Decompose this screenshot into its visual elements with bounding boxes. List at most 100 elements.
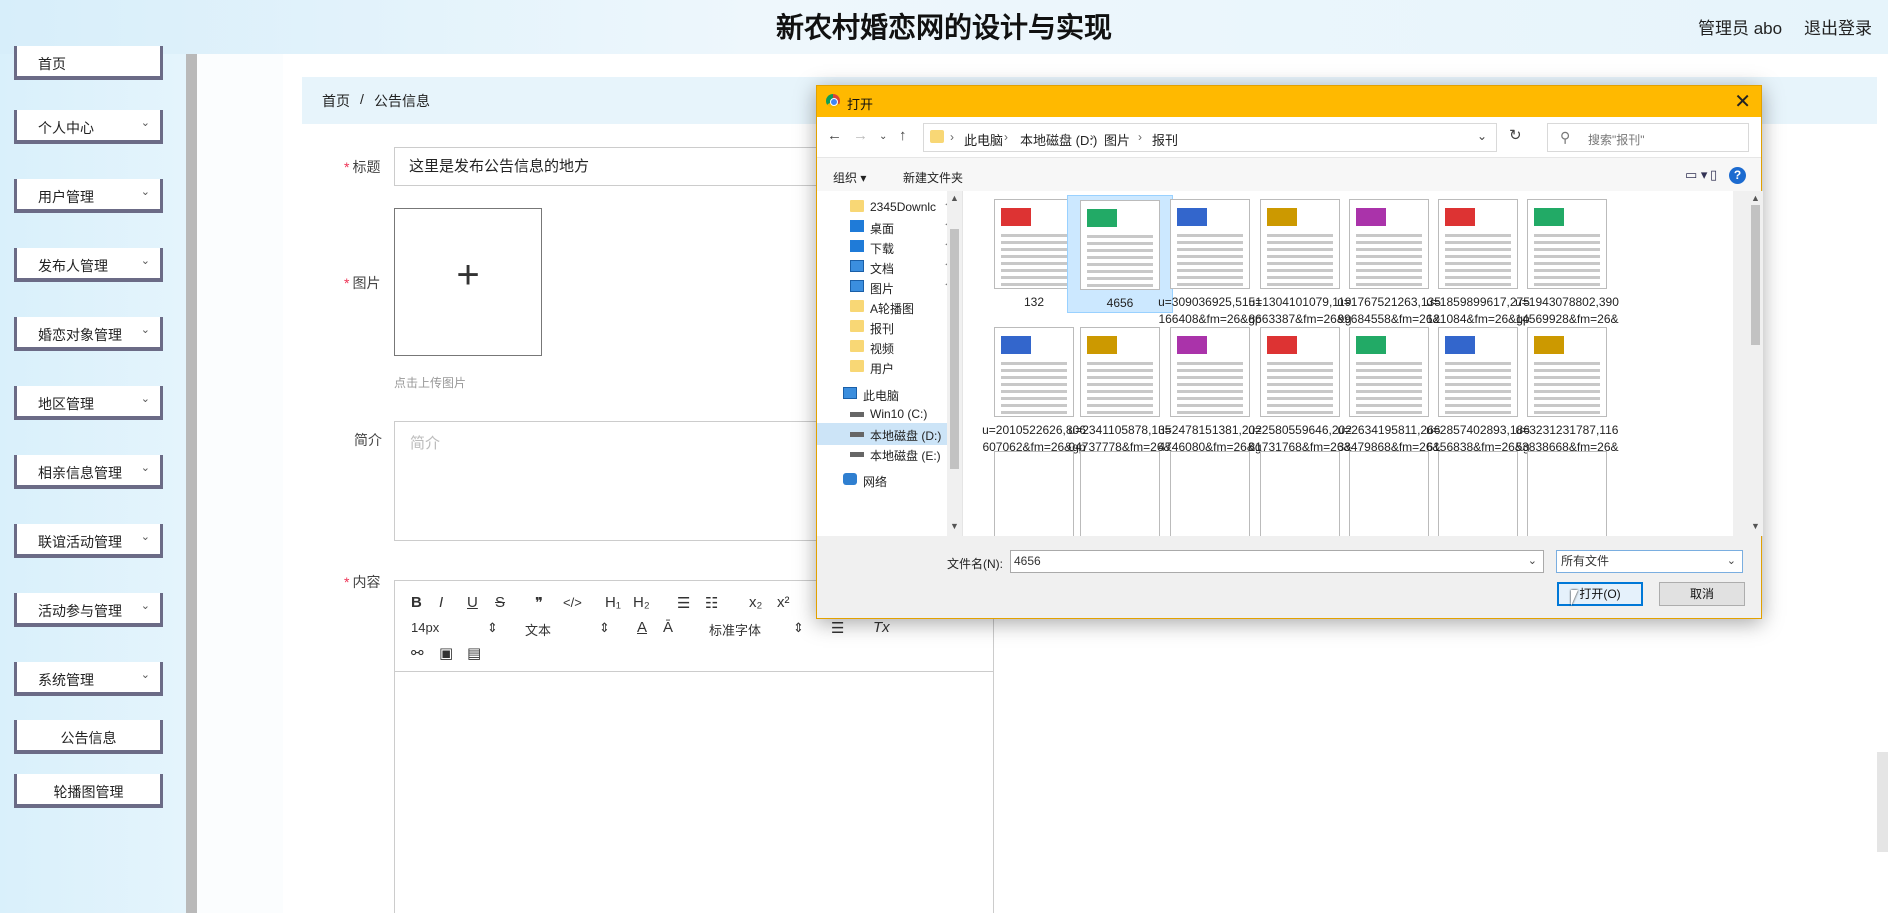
nav-item[interactable]: 2345Downlc✦: [817, 196, 957, 218]
underline-button[interactable]: U: [467, 594, 478, 611]
image-button[interactable]: ▣: [439, 644, 453, 662]
italic-button[interactable]: I: [439, 594, 443, 611]
organize-menu[interactable]: 组织 ▾: [833, 169, 866, 186]
bold-button[interactable]: B: [411, 594, 422, 611]
file-type-select[interactable]: 所有文件 ⌄: [1556, 550, 1743, 573]
scroll-down-icon[interactable]: ▼: [1751, 521, 1760, 531]
h1-button[interactable]: H₁: [605, 594, 621, 611]
logout-link[interactable]: 退出登录: [1804, 14, 1872, 39]
newspaper-thumbnail[interactable]: [1170, 451, 1250, 536]
font-family-select[interactable]: 标准字体: [709, 620, 761, 639]
scroll-thumb[interactable]: [1751, 205, 1760, 345]
text-style-select[interactable]: 文本: [525, 620, 551, 639]
nav-item[interactable]: 视频: [817, 336, 957, 358]
sidebar-item[interactable]: 个人中心 ⌄: [14, 110, 163, 144]
scroll-thumb[interactable]: [950, 229, 959, 469]
sidebar-item[interactable]: 地区管理 ⌄: [14, 386, 163, 420]
breadcrumb-home[interactable]: 首页: [322, 91, 350, 111]
rich-text-editor[interactable]: B I U S ❞ </> H₁ H₂ ☰ ☷ x₂ x² 14px ⇕ 文本 …: [394, 580, 994, 913]
sidebar-item[interactable]: 发布人管理 ⌄: [14, 248, 163, 282]
quote-button[interactable]: ❞: [535, 594, 543, 612]
open-button[interactable]: 打开(O): [1557, 582, 1643, 606]
address-dropdown-icon[interactable]: ⌄: [1477, 129, 1487, 143]
file-type-value: 所有文件: [1561, 554, 1610, 568]
background-color-button[interactable]: Ā: [663, 619, 673, 636]
sidebar-item[interactable]: 联谊活动管理 ⌄: [14, 524, 163, 558]
new-folder-button[interactable]: 新建文件夹: [903, 169, 963, 186]
path-segment[interactable]: 此电脑: [964, 130, 1003, 149]
newspaper-thumbnail[interactable]: [1080, 451, 1160, 536]
file-scrollbar[interactable]: ▲ ▼: [1748, 191, 1763, 536]
align-button[interactable]: ☰: [831, 619, 844, 637]
nav-item[interactable]: 本地磁盘 (E:): [817, 443, 957, 465]
search-box[interactable]: ⚲ 搜索"报刊": [1547, 123, 1749, 152]
newspaper-thumbnail[interactable]: [1260, 451, 1340, 536]
chevron-down-icon[interactable]: ⌄: [1528, 551, 1537, 572]
sidebar-item[interactable]: 用户管理 ⌄: [14, 179, 163, 213]
strike-button[interactable]: S: [495, 594, 505, 611]
path-segment[interactable]: 本地磁盘 (D:): [1020, 130, 1097, 149]
h2-button[interactable]: H₂: [633, 594, 650, 611]
intro-label: 简介: [354, 432, 382, 448]
code-button[interactable]: </>: [563, 595, 582, 610]
nav-item[interactable]: 此电脑: [817, 383, 957, 405]
up-arrow-icon[interactable]: ↑: [899, 127, 907, 144]
sidebar-item[interactable]: 系统管理 ⌄: [14, 662, 163, 696]
video-button[interactable]: ▤: [467, 644, 481, 662]
nav-item-label: A轮播图: [870, 302, 915, 316]
text-style-chevron-icon: ⇕: [599, 620, 610, 635]
clean-format-button[interactable]: Tx: [873, 619, 890, 636]
recent-chevron-icon[interactable]: ⌄: [879, 131, 887, 142]
sidebar-item[interactable]: 相亲信息管理 ⌄: [14, 455, 163, 489]
ordered-list-button[interactable]: ☰: [677, 594, 690, 612]
refresh-icon[interactable]: ↻: [1509, 126, 1522, 144]
subscript-button[interactable]: x₂: [749, 594, 762, 611]
link-button[interactable]: ⚯: [411, 644, 424, 662]
back-arrow-icon[interactable]: ←: [827, 127, 842, 144]
scroll-up-icon[interactable]: ▲: [1751, 193, 1760, 203]
nav-item[interactable]: 报刊: [817, 316, 957, 338]
newspaper-thumbnail: [1527, 327, 1607, 417]
scroll-down-icon[interactable]: ▼: [950, 521, 959, 531]
nav-item[interactable]: 用户: [817, 356, 957, 378]
close-icon[interactable]: ✕: [1734, 89, 1751, 114]
nav-item[interactable]: 本地磁盘 (D:): [817, 423, 957, 445]
superscript-button[interactable]: x²: [777, 594, 790, 611]
view-mode-icon[interactable]: ▭ ▾: [1685, 167, 1707, 183]
nav-item[interactable]: 网络: [817, 469, 957, 491]
nav-item[interactable]: 图片✦: [817, 276, 957, 298]
sidebar-item[interactable]: 婚恋对象管理 ⌄: [14, 317, 163, 351]
nav-item[interactable]: 文档✦: [817, 256, 957, 278]
nav-item-label: 下载: [870, 242, 895, 256]
sidebar-item[interactable]: 首页: [14, 46, 163, 80]
newspaper-thumbnail[interactable]: [994, 451, 1074, 536]
file-name-input[interactable]: 4656 ⌄: [1010, 550, 1544, 573]
nav-item[interactable]: A轮播图: [817, 296, 957, 318]
chevron-down-icon: ⌄: [1726, 555, 1736, 567]
newspaper-thumbnail[interactable]: [1438, 451, 1518, 536]
image-upload-box[interactable]: +: [394, 208, 542, 356]
preview-pane-icon[interactable]: ▯: [1710, 167, 1717, 183]
scroll-up-icon[interactable]: ▲: [950, 193, 959, 203]
sidebar-subitem[interactable]: 公告信息: [14, 720, 163, 754]
path-segment[interactable]: 图片: [1104, 130, 1130, 149]
sidebar-subitem[interactable]: 轮播图管理: [14, 774, 163, 808]
nav-item[interactable]: 下载✦: [817, 236, 957, 258]
newspaper-thumbnail[interactable]: [1527, 451, 1607, 536]
cancel-button[interactable]: 取消: [1659, 582, 1745, 606]
forward-arrow-icon[interactable]: →: [853, 127, 868, 144]
sidebar-item[interactable]: 活动参与管理 ⌄: [14, 593, 163, 627]
download-arrow-icon: [850, 240, 864, 252]
chevron-down-icon: ⌄: [140, 600, 150, 612]
nav-item[interactable]: 桌面✦: [817, 216, 957, 238]
address-bar[interactable]: › 此电脑 › 本地磁盘 (D:) › 图片 › 报刊 ⌄: [923, 123, 1497, 152]
bullet-list-button[interactable]: ☷: [705, 594, 718, 612]
nav-scrollbar[interactable]: ▲ ▼: [947, 191, 962, 536]
font-size-select[interactable]: 14px: [411, 620, 439, 635]
font-color-button[interactable]: A: [637, 619, 647, 636]
file-open-dialog: 打开 ✕ ← → ⌄ ↑ › 此电脑 › 本地磁盘 (D:) › 图片 › 报刊…: [816, 85, 1763, 619]
path-segment[interactable]: 报刊: [1152, 130, 1178, 149]
help-icon[interactable]: ?: [1729, 167, 1746, 184]
newspaper-thumbnail[interactable]: [1349, 451, 1429, 536]
nav-item[interactable]: Win10 (C:): [817, 403, 957, 425]
